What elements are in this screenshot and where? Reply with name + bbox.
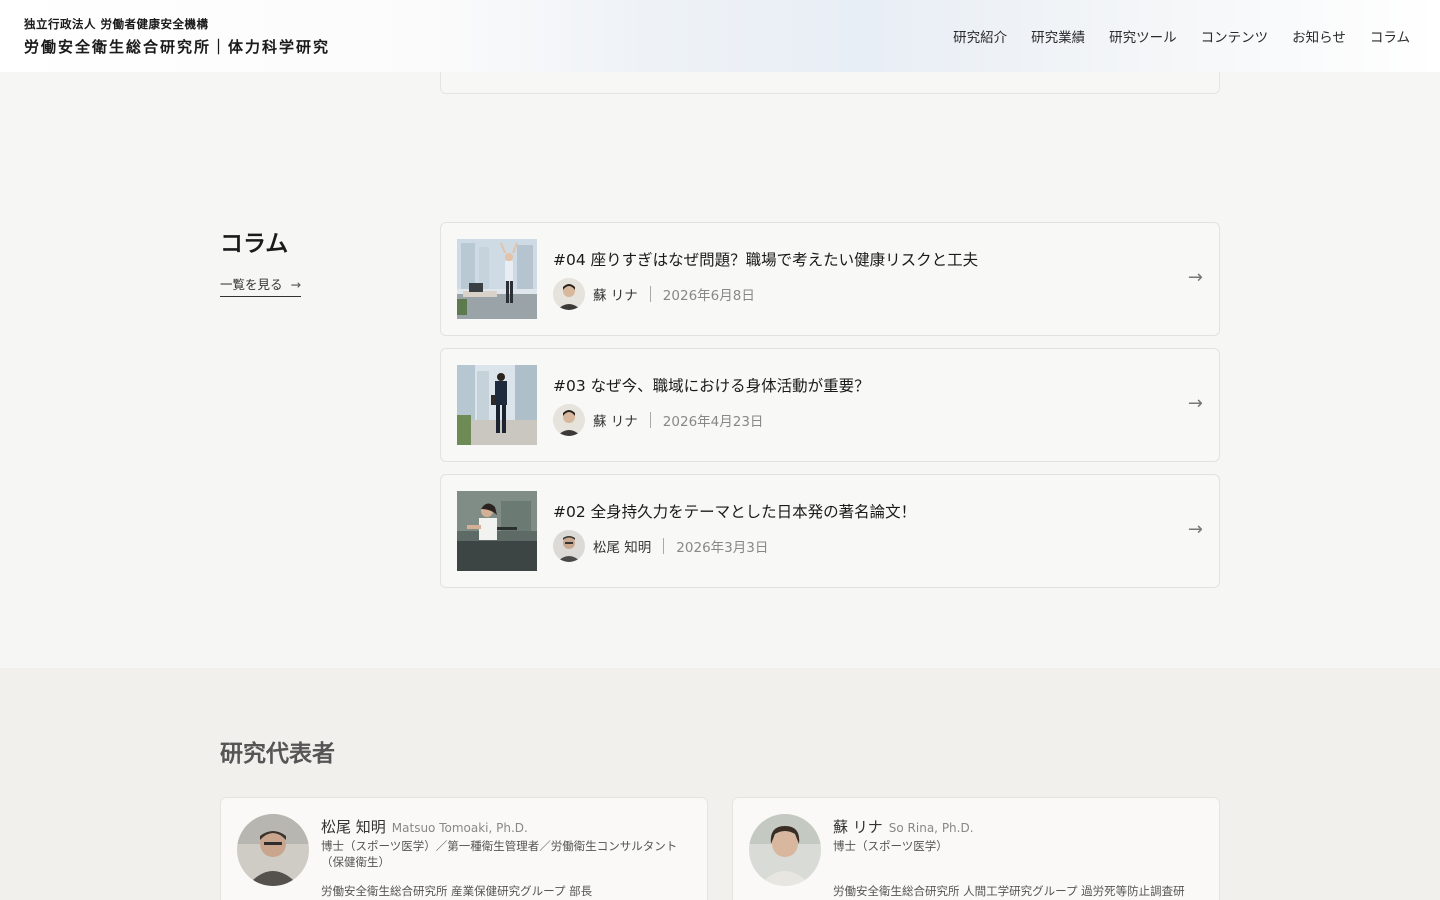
column-card[interactable]: #04 座りすぎはなぜ問題？職場で考えたい健康リスクと工夫 蘇 リナ 2026年… — [440, 222, 1220, 336]
arrow-right-icon: → — [1187, 519, 1203, 540]
name-ja: 松尾 知明 — [321, 818, 386, 836]
name-ja: 蘇 リナ — [833, 818, 883, 836]
column-card[interactable]: #03 なぜ今、職域における身体活動が重要？ 蘇 リナ 2026年4月23日 → — [440, 348, 1220, 462]
representative-degree: 博士（スポーツ医学） — [833, 839, 948, 853]
nav-publications[interactable]: 研究業績 — [1031, 26, 1085, 46]
column-section-title: コラム — [220, 231, 289, 257]
representative-name: 松尾 知明 Matsuo Tomoaki, Ph.D. — [321, 816, 528, 837]
representative-photo — [749, 814, 821, 886]
post-date: 2026年4月23日 — [662, 414, 764, 430]
nav-column[interactable]: コラム — [1370, 26, 1410, 46]
column-meta: 松尾 知明 2026年3月3日 — [553, 530, 768, 562]
representative-affiliation: 労働安全衛生総合研究所 人間工学研究グループ 過労死等防止調査研 — [833, 884, 1185, 898]
name-en: So Rina, Ph.D. — [888, 821, 974, 835]
column-title: #03 なぜ今、職域における身体活動が重要？ — [553, 377, 870, 395]
representative-name: 蘇 リナ So Rina, Ph.D. — [833, 816, 974, 837]
author-avatar — [553, 404, 585, 436]
column-card[interactable]: #02 全身持久力をテーマとした日本発の著名論文！ 松尾 知明 2026年3月3… — [440, 474, 1220, 588]
column-thumbnail — [457, 239, 537, 319]
name-en: Matsuo Tomoaki, Ph.D. — [391, 821, 528, 835]
arrow-right-icon: → — [1187, 267, 1203, 288]
column-thumbnail — [457, 365, 537, 445]
divider — [649, 286, 651, 302]
column-title: #02 全身持久力をテーマとした日本発の著名論文！ — [553, 503, 917, 521]
post-date: 2026年6月8日 — [662, 288, 755, 304]
author-name: 蘇 リナ — [593, 414, 638, 430]
nav-news[interactable]: お知らせ — [1292, 26, 1346, 46]
arrow-right-icon: → — [1187, 393, 1203, 414]
representative-card: 松尾 知明 Matsuo Tomoaki, Ph.D. 博士（スポーツ医学）／第一… — [220, 797, 708, 900]
representative-photo — [237, 814, 309, 886]
author-name: 蘇 リナ — [593, 288, 638, 304]
representative-card: 蘇 リナ So Rina, Ph.D. 博士（スポーツ医学） 労働安全衛生総合研究… — [732, 797, 1220, 900]
column-title: #04 座りすぎはなぜ問題？職場で考えたい健康リスクと工夫 — [553, 251, 979, 269]
org-title: 労働安全衛生総合研究所｜体力科学研究 — [24, 38, 331, 56]
post-date: 2026年3月3日 — [676, 540, 769, 556]
divider — [649, 412, 651, 428]
column-thumbnail — [457, 491, 537, 571]
see-all-link[interactable]: 一覧を見る → — [220, 274, 301, 297]
author-avatar — [553, 530, 585, 562]
author-name: 松尾 知明 — [593, 540, 652, 556]
column-meta: 蘇 リナ 2026年6月8日 — [553, 278, 755, 310]
column-meta: 蘇 リナ 2026年4月23日 — [553, 404, 763, 436]
representative-degree: 博士（スポーツ医学）／第一種衛生管理者／労働衛生コンサルタント（保健衛生） — [321, 839, 678, 869]
representatives-title: 研究代表者 — [220, 741, 335, 767]
global-nav: 研究紹介 研究業績 研究ツール コンテンツ お知らせ コラム — [953, 26, 1410, 46]
site-logo[interactable]: 独立行政法人 労働者健康安全機構 労働安全衛生総合研究所｜体力科学研究 — [24, 16, 330, 57]
representatives-section — [0, 668, 1440, 900]
site-header: 独立行政法人 労働者健康安全機構 労働安全衛生総合研究所｜体力科学研究 研究紹介… — [0, 0, 1440, 72]
representative-affiliation: 労働安全衛生総合研究所 産業保健研究グループ 部長 — [321, 884, 593, 898]
divider — [663, 538, 665, 554]
nav-contents[interactable]: コンテンツ — [1201, 26, 1269, 46]
nav-research-intro[interactable]: 研究紹介 — [953, 26, 1007, 46]
see-all-label: 一覧を見る — [220, 277, 283, 292]
org-subtitle: 独立行政法人 労働者健康安全機構 — [24, 17, 209, 31]
nav-research-tools[interactable]: 研究ツール — [1109, 26, 1177, 46]
author-avatar — [553, 278, 585, 310]
arrow-right-icon: → — [290, 277, 301, 292]
